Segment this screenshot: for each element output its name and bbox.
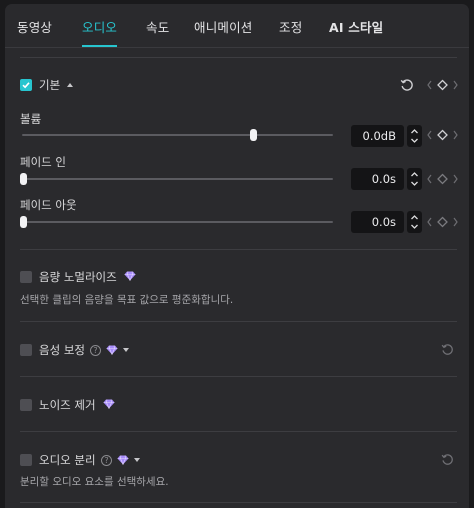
tab-audio[interactable]: 오디오 bbox=[82, 17, 117, 36]
fade-in-value: 0.0s bbox=[371, 172, 396, 186]
tab-video[interactable]: 동영상 bbox=[17, 17, 52, 36]
keyframe-diamond-icon bbox=[427, 79, 458, 91]
fade-in-stepper[interactable] bbox=[407, 168, 422, 190]
keyframe-diamond-icon bbox=[427, 173, 458, 185]
volume-input[interactable]: 0.0dB bbox=[351, 125, 404, 147]
voice-enhance-checkbox[interactable] bbox=[20, 344, 32, 356]
keyframe-diamond-icon bbox=[427, 129, 458, 141]
keyframe-diamond-icon bbox=[427, 216, 458, 228]
fade-in-slider-thumb[interactable] bbox=[20, 173, 27, 185]
fade-out-stepper[interactable] bbox=[407, 211, 422, 233]
volume-slider-thumb[interactable] bbox=[249, 129, 257, 141]
fade-in-input[interactable]: 0.0s bbox=[351, 168, 404, 190]
tab-bar: 동영상 오디오 속도 애니메이션 조정 AI 스타일 bbox=[5, 4, 469, 48]
volume-slider-track[interactable] bbox=[22, 134, 333, 136]
fade-out-slider-thumb[interactable] bbox=[20, 216, 27, 228]
premium-gem-icon bbox=[103, 399, 115, 409]
volume-stepper[interactable] bbox=[407, 125, 422, 147]
caret-up-icon[interactable] bbox=[67, 83, 73, 87]
volume-value: 0.0dB bbox=[362, 129, 396, 143]
fade-in-slider-track[interactable] bbox=[22, 178, 333, 180]
volume-keyframe-control[interactable] bbox=[426, 128, 459, 142]
noise-reduction-label: 노이즈 제거 bbox=[39, 398, 96, 412]
chevron-down-icon[interactable] bbox=[123, 348, 129, 352]
tab-ai-style[interactable]: AI 스타일 bbox=[329, 17, 383, 36]
voice-enhance-label: 음성 보정 bbox=[39, 343, 85, 357]
fade-out-keyframe-control[interactable] bbox=[426, 215, 459, 229]
divider bbox=[20, 376, 457, 377]
divider bbox=[20, 431, 457, 432]
stepper-arrows-icon bbox=[411, 215, 418, 229]
help-icon[interactable]: ? bbox=[90, 345, 101, 356]
audio-separation-label: 오디오 분리 bbox=[39, 453, 96, 467]
help-icon[interactable]: ? bbox=[101, 455, 112, 466]
loudness-normalize-checkbox[interactable] bbox=[20, 271, 32, 283]
audio-properties-panel: 동영상 오디오 속도 애니메이션 조정 AI 스타일 기본 볼륨 0.0dB 페… bbox=[5, 4, 469, 508]
chevron-down-icon[interactable] bbox=[134, 458, 140, 462]
premium-gem-icon bbox=[124, 271, 136, 281]
loudness-normalize-description: 선택한 클립의 음량을 목표 값으로 평준화합니다. bbox=[20, 294, 234, 306]
checkmark-icon bbox=[22, 82, 30, 89]
divider bbox=[20, 502, 457, 503]
active-tab-indicator bbox=[82, 45, 117, 47]
noise-reduction-checkbox[interactable] bbox=[20, 399, 32, 411]
basic-checkbox[interactable] bbox=[20, 79, 32, 91]
stepper-arrows-icon bbox=[411, 172, 418, 186]
stepper-arrows-icon bbox=[411, 129, 418, 143]
fade-in-label: 페이드 인 bbox=[20, 155, 66, 169]
fade-out-slider-track[interactable] bbox=[22, 221, 333, 223]
basic-label: 기본 bbox=[39, 78, 61, 92]
divider bbox=[20, 321, 457, 322]
tab-animation[interactable]: 애니메이션 bbox=[194, 17, 253, 36]
reset-icon[interactable] bbox=[441, 453, 454, 466]
audio-separation-description: 분리할 오디오 요소를 선택하세요. bbox=[20, 476, 169, 488]
tab-speed[interactable]: 속도 bbox=[146, 17, 169, 36]
tab-adjust[interactable]: 조정 bbox=[279, 17, 302, 36]
reset-icon[interactable] bbox=[441, 343, 454, 356]
fade-out-input[interactable]: 0.0s bbox=[351, 211, 404, 233]
audio-separation-checkbox[interactable] bbox=[20, 454, 32, 466]
divider bbox=[20, 57, 457, 58]
keyframe-control[interactable] bbox=[426, 78, 459, 92]
loudness-normalize-label: 음량 노멀라이즈 bbox=[39, 270, 117, 284]
fade-in-keyframe-control[interactable] bbox=[426, 172, 459, 186]
fade-out-label: 페이드 아웃 bbox=[20, 198, 77, 212]
fade-out-value: 0.0s bbox=[371, 215, 396, 229]
reset-icon[interactable] bbox=[400, 78, 414, 92]
premium-gem-icon bbox=[117, 455, 129, 465]
premium-gem-icon bbox=[106, 345, 118, 355]
volume-label: 볼륨 bbox=[20, 112, 42, 126]
divider bbox=[20, 249, 457, 250]
